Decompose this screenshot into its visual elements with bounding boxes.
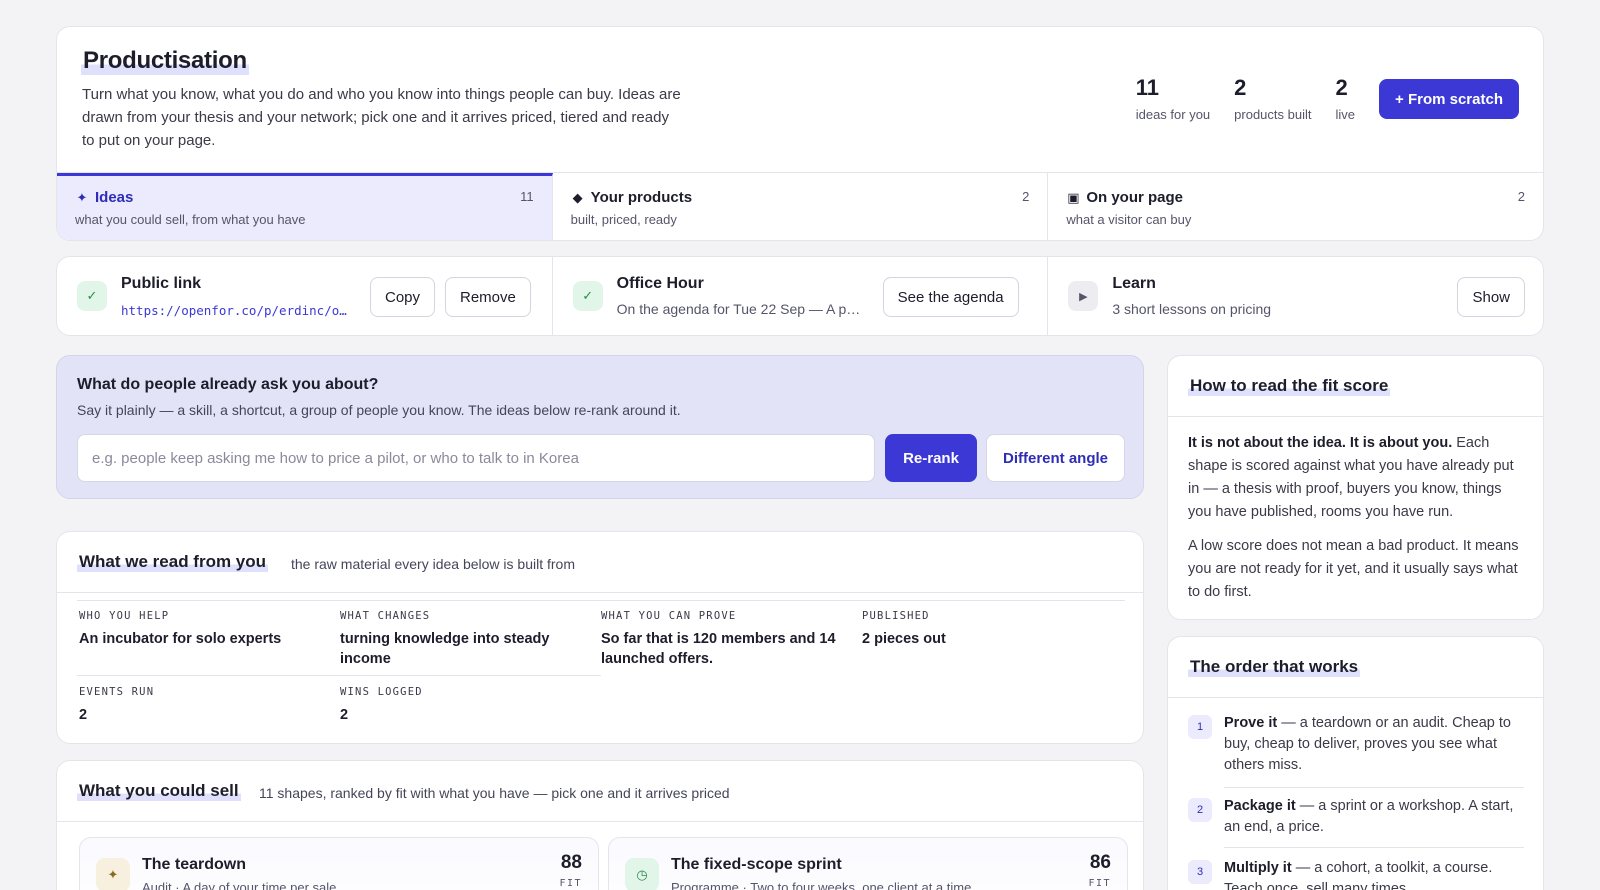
section-title: What you could sell [77, 781, 241, 801]
section-title: The order that works [1188, 657, 1361, 677]
sparkle-icon: ✦ [76, 189, 88, 205]
from-scratch-button[interactable]: + From scratch [1379, 79, 1519, 119]
fact-who-you-help: WHO YOU HELP An incubator for solo exper… [79, 610, 282, 647]
fact-what-changes: WHAT CHANGES turning knowledge into stea… [340, 610, 550, 667]
status-row: ✓ Public link https://openfor.co/p/erdin… [56, 256, 1544, 336]
check-icon: ✓ [572, 281, 603, 311]
show-lessons-button[interactable]: Show [1457, 277, 1526, 317]
order-guide: The order that works 1 Prove it — a tear… [1167, 636, 1544, 890]
public-link-url[interactable]: https://openfor.co/p/erdinc/o… [121, 303, 353, 318]
ask-input[interactable] [77, 434, 875, 482]
read-section: What we read from you the raw material e… [56, 531, 1144, 744]
fit-label: FIT [559, 878, 582, 889]
different-angle-button[interactable]: Different angle [986, 434, 1125, 482]
ask-panel: What do people already ask you about? Sa… [56, 355, 1144, 499]
fact-wins-logged: WINS LOGGED 2 [340, 686, 423, 723]
page-icon: ▣ [1067, 189, 1080, 205]
ask-question: What do people already ask you about? [77, 376, 379, 393]
stat-ideas: 11 ideas for you [1135, 75, 1211, 122]
remove-button[interactable]: Remove [445, 277, 531, 317]
tab-count: 2 [1517, 189, 1526, 204]
rerank-button[interactable]: Re-rank [885, 434, 977, 482]
section-title: What we read from you [77, 552, 269, 572]
tab-count: 11 [520, 189, 534, 204]
idea-subtitle: Programme · Two to four weeks, one clien… [671, 880, 972, 890]
fact-events-run: EVENTS RUN 2 [79, 686, 155, 723]
idea-title: The teardown [142, 856, 247, 873]
page-title: Productisation [81, 47, 249, 75]
tab-your-products[interactable]: ◆ Your products built, priced, ready 2 [553, 173, 1049, 240]
public-link-cell: ✓ Public link https://openfor.co/p/erdin… [57, 257, 553, 335]
tab-ideas[interactable]: ✦ Ideas what you could sell, from what yo… [57, 173, 553, 240]
step-number: 1 [1188, 715, 1212, 739]
stat-live: 2 live [1335, 75, 1355, 122]
copy-button[interactable]: Copy [370, 277, 436, 317]
idea-card-teardown[interactable]: ✦ The teardown Audit · A day of your tim… [79, 837, 599, 890]
see-agenda-button[interactable]: See the agenda [882, 277, 1019, 317]
fit-score-guide: How to read the fit score It is not abou… [1167, 355, 1544, 620]
fit-label: FIT [1088, 878, 1111, 889]
fit-score: 86 [1089, 852, 1111, 873]
tab-count: 2 [1022, 189, 1030, 204]
step-number: 3 [1188, 860, 1212, 884]
tab-on-your-page[interactable]: ▣ On your page what a visitor can buy 2 [1048, 173, 1543, 240]
idea-title: The fixed-scope sprint [671, 856, 842, 873]
play-icon[interactable]: ▶ [1068, 281, 1099, 311]
check-icon: ✓ [77, 281, 107, 311]
sell-section: What you could sell 11 shapes, ranked by… [56, 760, 1144, 890]
learn-cell: ▶ Learn 3 short lessons on pricing Show [1048, 257, 1543, 335]
tab-bar: ✦ Ideas what you could sell, from what yo… [57, 172, 1543, 240]
page-description: Turn what you know, what you do and who … [82, 86, 681, 149]
sparkle-icon: ✦ [96, 858, 130, 890]
office-hour-cell: ✓ Office Hour On the agenda for Tue 22 S… [553, 257, 1049, 335]
diamond-icon: ◆ [572, 189, 583, 205]
productisation-header: Productisation Turn what you know, what … [56, 26, 1544, 241]
idea-subtitle: Audit · A day of your time per sale [142, 880, 337, 890]
stat-products: 2 products built [1234, 75, 1312, 122]
idea-card-fixed-scope-sprint[interactable]: ◷ The fixed-scope sprint Programme · Two… [608, 837, 1128, 890]
clock-icon: ◷ [625, 858, 659, 890]
section-subtitle: the raw material every idea below is bui… [291, 556, 576, 572]
section-title: How to read the fit score [1188, 376, 1391, 396]
step-number: 2 [1188, 798, 1212, 822]
section-subtitle: 11 shapes, ranked by fit with what you h… [259, 785, 730, 801]
stats-group: 11 ideas for you 2 products built 2 live [1136, 75, 1355, 122]
fact-what-you-can-prove: WHAT YOU CAN PROVE So far that is 120 me… [601, 610, 836, 667]
fact-published: PUBLISHED 2 pieces out [862, 610, 946, 647]
ask-hint: Say it plainly — a skill, a shortcut, a … [77, 402, 681, 418]
fit-score: 88 [560, 852, 582, 873]
